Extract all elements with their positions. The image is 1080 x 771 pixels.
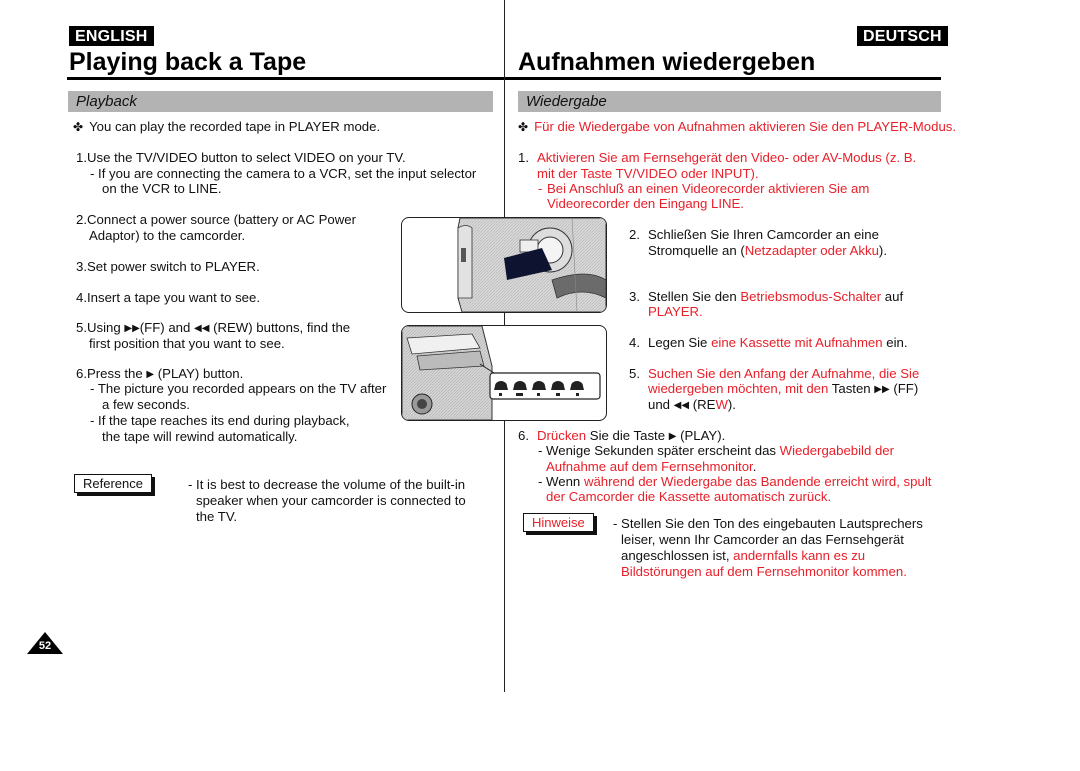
english-page-title: Playing back a Tape xyxy=(69,48,307,76)
step-6-note-1-c: Aufnahme auf dem Fernsehmonitor xyxy=(546,459,753,474)
reference-note: - It is best to decrease the volume of t… xyxy=(188,477,466,492)
deutsch-step-6-note-2: - Wenn während der Wiedergabe das Banden… xyxy=(538,474,931,490)
rewind-icon: ◀◀ xyxy=(194,323,210,334)
deutsch-step-1-note-dash: - xyxy=(538,181,543,196)
step-6-text-b: (PLAY) button. xyxy=(157,366,244,381)
english-section-heading: Playback xyxy=(68,91,493,112)
deutsch-step-2-cont: Stromquelle an (Netzadapter oder Akku). xyxy=(648,243,887,259)
step-6-note-1-d: . xyxy=(752,459,757,474)
deutsch-step-1-note: Bei Anschluß an einen Videorecorder akti… xyxy=(547,181,870,196)
english-step-3: 3.Set power switch to PLAYER. xyxy=(76,259,260,274)
english-step-4: 4.Insert a tape you want to see. xyxy=(76,290,261,305)
step-3-text-c: auf xyxy=(881,289,904,304)
step-2-text-b: Netzadapter oder Akku xyxy=(744,243,879,258)
camcorder-side-drawing xyxy=(457,218,606,312)
page-number: 52 xyxy=(38,640,52,652)
step-5-text-c: (REW) buttons, find the xyxy=(213,320,351,335)
clover-bullet-icon: ✤ xyxy=(73,120,84,134)
deutsch-step-2-number: 2. xyxy=(629,227,640,242)
english-step-1-note: - If you are connecting the camera to a … xyxy=(90,166,477,181)
reference-note-cont-1: speaker when your camcorder is connected… xyxy=(196,493,466,508)
deutsch-step-5: Suchen Sie den Anfang der Aufnahme, die … xyxy=(648,366,920,381)
hint-text-b: andernfalls kann es zu xyxy=(733,548,866,563)
deutsch-step-4: Legen Sie eine Kassette mit Aufnahmen ei… xyxy=(648,335,908,351)
deutsch-intro: ✤ Für die Wiedergabe von Aufnahmen aktivi… xyxy=(518,119,956,135)
step-3-text-a: Stellen Sie den xyxy=(648,289,741,304)
english-step-5: 5.Using ▶▶(FF) and ◀◀ (REW) buttons, fin… xyxy=(76,320,350,337)
deutsch-step-2: Schließen Sie Ihren Camcorder an eine xyxy=(648,227,879,242)
step-5-text-e: (RE xyxy=(689,397,716,412)
deutsch-step-1-number: 1. xyxy=(518,150,529,165)
hint-text-a: angeschlossen ist, xyxy=(621,548,734,563)
step-4-text-a: Legen Sie xyxy=(648,335,712,350)
step-5-text-f: W xyxy=(715,397,728,412)
step-3-text-b: Betriebsmodus-Schalter xyxy=(740,289,882,304)
deutsch-page-title: Aufnahmen wiedergeben xyxy=(518,48,816,76)
step-6-note-2-a: - Wenn xyxy=(538,474,584,489)
english-step-5-cont: first position that you want to see. xyxy=(89,336,285,351)
step-5-text-b: Tasten xyxy=(828,381,875,396)
step-6-text-a: Drücken xyxy=(537,428,587,443)
fast-forward-icon: ▶▶ xyxy=(124,323,140,334)
deutsch-step-1: Aktivieren Sie am Fernsehgerät den Video… xyxy=(537,150,917,165)
english-step-1-note-cont: on the VCR to LINE. xyxy=(102,181,222,196)
step-6-note-2-b: während der Wiedergabe das Bandende erre… xyxy=(583,474,932,489)
deutsch-section-heading: Wiedergabe xyxy=(518,91,941,112)
deutsch-intro-text: Für die Wiedergabe von Aufnahmen aktivie… xyxy=(534,119,957,134)
step-5-text-a: wiedergeben möchten, mit den xyxy=(648,381,829,396)
step-6-note-1-a: - Wenige Sekunden später erscheint das xyxy=(538,443,780,458)
english-step-2: 2.Connect a power source (battery or AC … xyxy=(76,212,357,227)
fast-forward-icon: ▶▶ xyxy=(874,384,890,395)
hint-note-cont-1: leiser, wenn Ihr Camcorder an das Fernse… xyxy=(621,532,904,547)
english-step-1: 1.Use the TV/VIDEO button to select VIDE… xyxy=(76,150,406,165)
reference-label: Reference xyxy=(74,474,152,493)
english-step-6-note-2: - If the tape reaches its end during pla… xyxy=(90,413,350,428)
step-6-text-a: 6.Press the xyxy=(76,366,143,381)
deutsch-step-3-number: 3. xyxy=(629,289,640,304)
step-5-text-a: 5.Using xyxy=(76,320,121,335)
hint-note: - Stellen Sie den Ton des eingebauten La… xyxy=(613,516,923,531)
english-step-6-note-1: - The picture you recorded appears on th… xyxy=(90,381,387,396)
clover-bullet-icon: ✤ xyxy=(518,120,529,134)
english-step-2-cont: Adaptor) to the camcorder. xyxy=(89,228,246,243)
english-language-badge: ENGLISH xyxy=(69,26,154,46)
step-5-text-c: (FF) xyxy=(889,381,919,396)
camcorder-buttons-illustration xyxy=(401,325,607,421)
deutsch-step-6-note-2-cont: der Camcorder die Kassette automatisch z… xyxy=(546,489,832,504)
deutsch-step-6-note-1: - Wenige Sekunden später erscheint das W… xyxy=(538,443,894,459)
deutsch-step-4-number: 4. xyxy=(629,335,640,350)
deutsch-language-badge: DEUTSCH xyxy=(857,26,948,46)
deutsch-step-3: Stellen Sie den Betriebsmodus-Schalter a… xyxy=(648,289,903,305)
step-6-text-c: (PLAY). xyxy=(676,428,726,443)
step-4-text-b: eine Kassette mit Aufnahmen xyxy=(711,335,883,350)
deutsch-step-5-number: 5. xyxy=(629,366,640,381)
english-intro-text: You can play the recorded tape in PLAYER… xyxy=(89,119,381,134)
deutsch-step-3-cont: PLAYER. xyxy=(648,304,703,319)
reference-note-cont-2: the TV. xyxy=(196,509,238,524)
page-number-marker: 52 xyxy=(27,632,63,654)
deutsch-step-1-cont: mit der Taste TV/VIDEO oder INPUT). xyxy=(537,166,759,181)
step-6-note-1-b: Wiedergabebild der xyxy=(779,443,895,458)
step-2-text-c: ). xyxy=(878,243,887,258)
hint-note-cont-3: Bildstörungen auf dem Fernsehmonitor kom… xyxy=(621,564,907,579)
step-5-text-d: und xyxy=(648,397,674,412)
camcorder-top-drawing xyxy=(402,326,601,420)
deutsch-step-1-note-cont: Videorecorder den Eingang LINE. xyxy=(547,196,744,211)
english-step-6-note-2-cont: the tape will rewind automatically. xyxy=(102,429,298,444)
hint-note-cont-2: angeschlossen ist, andernfalls kann es z… xyxy=(621,548,865,564)
hint-label: Hinweise xyxy=(523,513,594,532)
deutsch-step-6-note-1-cont: Aufnahme auf dem Fernsehmonitor. xyxy=(546,459,756,475)
deutsch-step-6-number: 6. xyxy=(518,428,529,443)
english-step-6-note-1-cont: a few seconds. xyxy=(102,397,190,412)
step-5-text-b: (FF) and xyxy=(139,320,191,335)
deutsch-step-5-cont: wiedergeben möchten, mit den Tasten ▶▶ (… xyxy=(648,381,918,398)
deutsch-step-5-cont-2: und ◀◀ (REW). xyxy=(648,397,736,414)
step-4-text-c: ein. xyxy=(882,335,908,350)
step-6-text-b: Sie die Taste xyxy=(586,428,669,443)
step-5-text-g: ). xyxy=(727,397,736,412)
camcorder-power-illustration xyxy=(401,217,607,313)
rewind-icon: ◀◀ xyxy=(673,400,690,411)
step-2-text-a: Stromquelle an ( xyxy=(648,243,745,258)
english-intro: ✤ You can play the recorded tape in PLAYE… xyxy=(73,119,380,135)
